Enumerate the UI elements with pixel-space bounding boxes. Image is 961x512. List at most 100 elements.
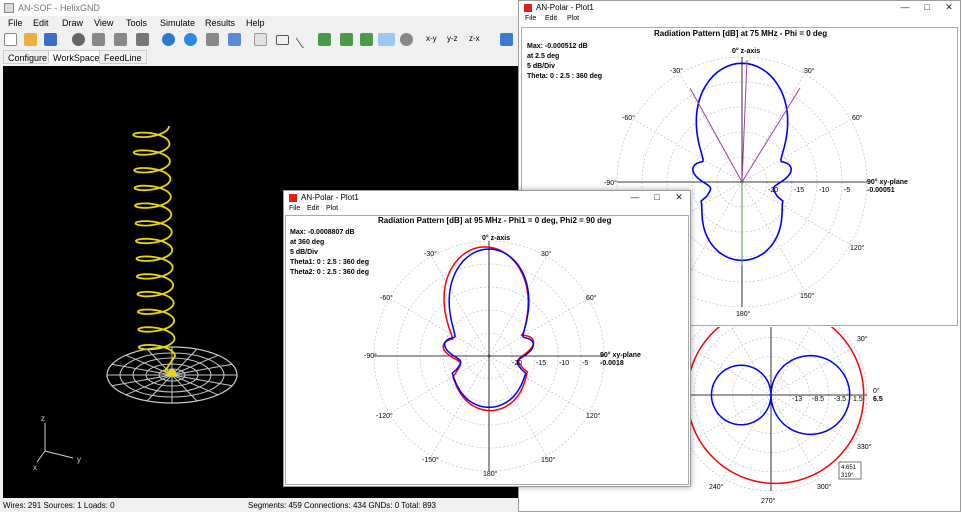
angle-a30: 30° [857,335,868,343]
main-toolbar: x-y y-z z-x [0,30,520,49]
fy-icon[interactable] [340,33,353,46]
angle-m30: -30° [424,250,437,258]
fx-icon[interactable] [318,33,331,46]
back-axis-right: 90° xy-plane [867,178,908,186]
angle-p30: 30° [541,250,552,258]
angle-p150: 150° [541,456,556,464]
view-yz-button[interactable]: y-z [447,34,458,43]
view-xy-button[interactable]: x-y [426,34,437,43]
maximize-icon[interactable]: □ [646,191,668,205]
polar-front-menu-plot[interactable]: Plot [326,205,338,212]
angle-a270: 270° [761,497,776,505]
close-icon[interactable]: ✕ [668,191,690,205]
polar-back-titlebar: AN-Polar - Plot1 — □ ✕ [519,1,960,15]
diamond-icon[interactable] [378,33,395,46]
polar-app-icon [524,4,532,12]
angle-m60: -60° [380,294,393,302]
polar-app-icon [289,194,297,202]
angle-p30: 30° [804,67,815,75]
ring-label-15: -15 [536,360,546,367]
pencil-icon[interactable] [92,33,105,46]
doc-icon[interactable] [228,33,241,46]
main-window-title: AN-SOF - HelixGND [18,3,101,13]
polar-back-title: AN-Polar - Plot1 [536,3,594,12]
angle-a330: 330° [857,443,872,451]
zoom-icon[interactable] [400,33,413,46]
rotate-icon[interactable] [162,33,175,46]
angle-p180: 180° [736,310,751,318]
angle-p180: 180° [483,470,498,478]
menu-simulate[interactable]: Simulate [160,18,195,28]
tab-workspace[interactable]: WorkSpace [48,50,105,64]
grid-icon[interactable] [500,33,513,46]
angle-p120: 120° [586,412,601,420]
menu-results[interactable]: Results [205,18,235,28]
angle-m30: -30° [670,67,683,75]
polar-back-menubar: File Edit Plot [519,15,960,26]
main-menubar: File Edit Draw View Tools Simulate Resul… [0,16,520,31]
polar-front-title: AN-Polar - Plot1 [301,193,359,202]
menu-view[interactable]: View [94,18,113,28]
angle-p60: 60° [586,294,597,302]
front-axis-top: 0° z-axis [482,234,510,242]
comment-icon[interactable] [206,33,219,46]
angle-m60: -60° [622,114,635,122]
front-axis-right: 90° xy-plane [600,351,641,359]
ring-label-b2: -8.5 [812,396,824,403]
tab-configure[interactable]: Configure [3,50,53,64]
polar-back-menu-file[interactable]: File [525,15,536,22]
ring-label-20: -20 [768,187,778,194]
status-left: Wires: 291 Sources: 1 Loads: 0 [3,501,115,510]
menu-draw[interactable]: Draw [62,18,83,28]
record-icon[interactable] [72,33,85,46]
main-tabs: Configure WorkSpace FeedLine [0,49,520,65]
close-icon[interactable]: ✕ [938,1,960,15]
front-right-value: -0.0018 [600,360,624,367]
axes-triad [36,423,74,463]
rect-icon[interactable] [276,35,289,45]
minimize-icon[interactable]: — [624,191,646,205]
bucket-icon[interactable] [114,33,127,46]
ring-label-b3: -3.5 [834,396,846,403]
fz-icon[interactable] [360,33,373,46]
ring-label-5: -5 [582,360,588,367]
ring-label-20: -20 [512,360,522,367]
maximize-icon[interactable]: □ [916,1,938,15]
status-right: Segments: 459 Connections: 434 GNDs: 0 T… [248,501,436,510]
cursor-icon[interactable] [254,33,267,46]
angle-m90: -90° [604,179,617,187]
tab-feedline[interactable]: FeedLine [99,50,147,64]
angle-m120: -120° [376,412,393,420]
polar-back-menu-plot[interactable]: Plot [567,15,579,22]
menu-file[interactable]: File [8,18,23,28]
angle-a0: 0° [873,387,880,395]
angle-p60: 60° [852,114,863,122]
menu-help[interactable]: Help [246,18,265,28]
line-icon[interactable] [295,30,315,49]
minimize-icon[interactable]: — [894,1,916,15]
sphere-icon[interactable] [184,33,197,46]
polar-window-front[interactable]: AN-Polar - Plot1 — □ ✕ File Edit Plot Ra… [283,190,691,487]
ring-label-b4: 1.5 [853,396,863,403]
bottom-right-value: 6.5 [873,396,883,403]
ring-label-10: -10 [559,360,569,367]
ring-label-10: -10 [819,187,829,194]
polar-front-menu-file[interactable]: File [289,205,300,212]
ring-label-b1: -13 [792,396,802,403]
ring-label-5: -5 [844,187,850,194]
back-right-value: -0.00051 [867,187,895,194]
polar-back-menu-edit[interactable]: Edit [545,15,557,22]
open-icon[interactable] [24,33,37,46]
angle-a300: 300° [817,483,832,491]
menu-tools[interactable]: Tools [126,18,147,28]
back-axis-top: 0° z-axis [732,47,760,55]
axis-y-label: y [77,455,81,464]
new-icon[interactable] [4,33,17,46]
delete-icon[interactable] [136,33,149,46]
polar-front-menu-edit[interactable]: Edit [307,205,319,212]
menu-edit[interactable]: Edit [33,18,49,28]
save-icon[interactable] [44,33,57,46]
angle-p150: 150° [800,292,815,300]
view-zx-button[interactable]: z-x [469,34,480,43]
app-icon [4,3,14,13]
